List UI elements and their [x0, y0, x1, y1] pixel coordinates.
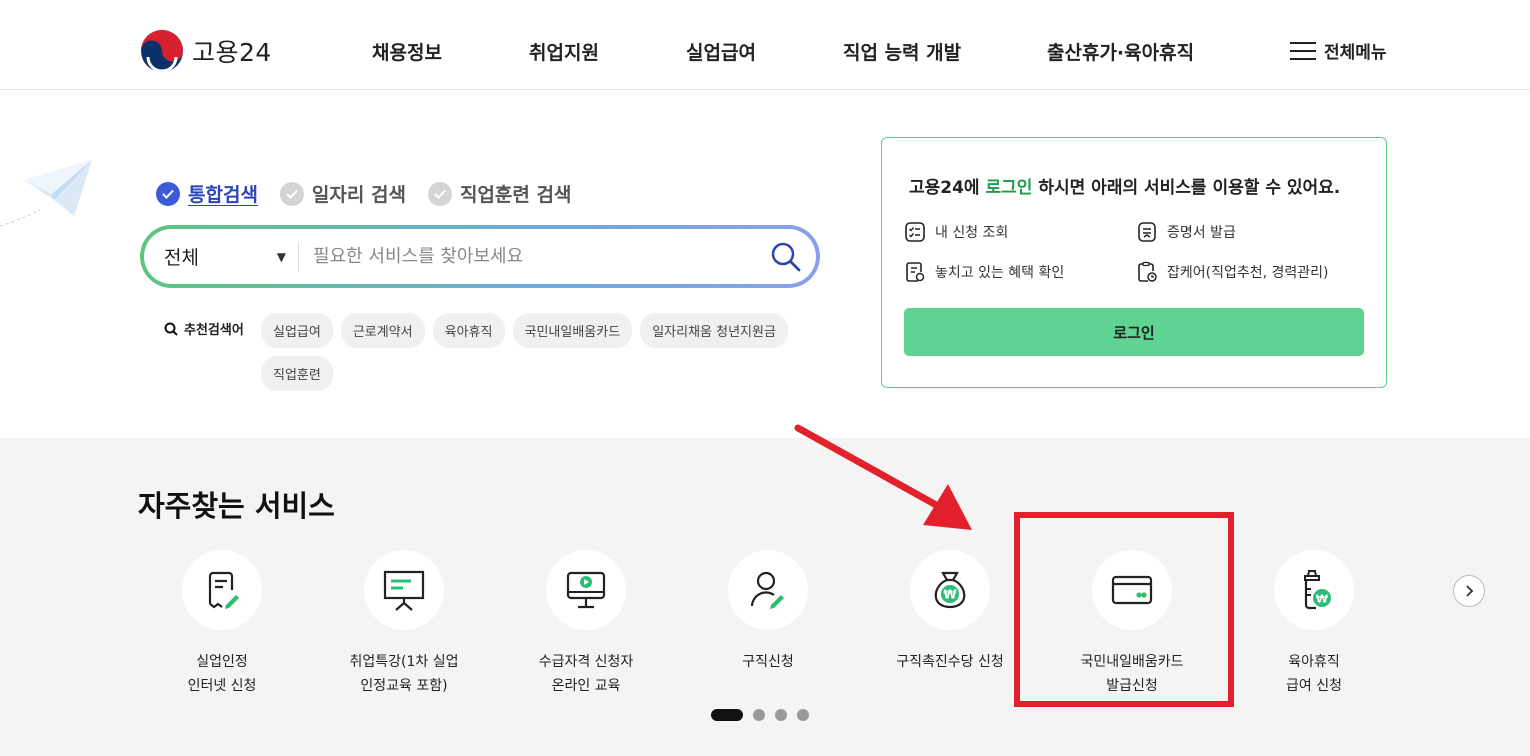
login-message: 고용24에 로그인 하시면 아래의 서비스를 이용할 수 있어요.: [909, 178, 1341, 198]
recommend-chips: 실업급여 근로계약서 육아휴직 국민내일배움카드 일자리채움 청년지원금 직업훈…: [261, 313, 806, 391]
service-label: 수급자격 신청자 온라인 교육: [538, 654, 634, 694]
carousel-pagination: [711, 709, 809, 721]
search-input[interactable]: [299, 246, 756, 267]
tab-job-search[interactable]: 일자리 검색: [279, 180, 406, 207]
all-menu-button[interactable]: 전체메뉴: [1290, 38, 1387, 63]
service-online-education[interactable]: 수급자격 신청자 온라인 교육: [496, 550, 676, 698]
check-circle-icon: [427, 181, 452, 206]
pagination-dot[interactable]: [797, 709, 809, 721]
chevron-right-icon: [1466, 585, 1474, 597]
certificate-icon: [1138, 222, 1156, 242]
category-select[interactable]: 전체 ▼: [144, 241, 299, 272]
checklist-icon: [905, 222, 925, 242]
search-button[interactable]: [756, 229, 816, 284]
svg-text:₩: ₩: [1316, 593, 1328, 606]
frequent-services-section: 자주찾는 서비스 실업인정 인터넷 신청 취업특강(1차 실업 인정교육 포함)…: [0, 438, 1530, 756]
service-label: 실업인정 인터넷 신청: [187, 654, 257, 694]
section-title: 자주찾는 서비스: [138, 489, 335, 523]
service-jobcare[interactable]: 잡케어(직업추천, 경력관리): [1136, 261, 1329, 283]
service-label: 구직신청: [742, 654, 794, 670]
logo-text: 고용24: [192, 38, 272, 67]
search-tabs: 통합검색 일자리 검색 직업훈련 검색: [156, 180, 571, 207]
service-national-training-card[interactable]: 국민내일배움카드 발급신청: [1042, 550, 1222, 698]
category-select-value: 전체: [164, 247, 199, 269]
search-icon: [771, 242, 801, 271]
baby-bottle-icon: ₩: [1304, 570, 1331, 610]
service-employment-lecture[interactable]: 취업특강(1차 실업 인정교육 포함): [314, 550, 494, 698]
logo[interactable]: 고용24: [140, 29, 272, 73]
paper-plane-icon: [0, 160, 92, 227]
chip-keyword[interactable]: 국민내일배움카드: [512, 313, 633, 348]
taegeuk-logo-icon: [141, 30, 183, 73]
search-icon: [164, 322, 178, 336]
service-label: 육아휴직 급여 신청: [1286, 654, 1342, 694]
service-missed-benefits[interactable]: 놓치고 있는 혜택 확인: [904, 261, 1064, 283]
card-icon: [1111, 575, 1153, 605]
service-label: 구직촉진수당 신청: [896, 654, 1004, 670]
service-parental-leave-benefit[interactable]: ₩ 육아휴직 급여 신청: [1224, 550, 1404, 698]
service-job-application[interactable]: 구직신청: [678, 550, 858, 674]
nav-item-skill-development[interactable]: 직업 능력 개발: [843, 38, 961, 65]
search-box: 전체 ▼: [140, 225, 820, 288]
nav-item-job-support[interactable]: 취업지원: [529, 38, 599, 65]
chip-keyword[interactable]: 일자리채움 청년지원금: [640, 313, 788, 348]
tab-training-search[interactable]: 직업훈련 검색: [427, 180, 572, 207]
recommend-label: 추천검색어: [164, 319, 244, 338]
document-pen-icon: [208, 571, 239, 609]
service-my-applications[interactable]: 내 신청 조회: [904, 221, 1008, 243]
chip-keyword[interactable]: 육아휴직: [432, 313, 505, 348]
tab-label: 직업훈련 검색: [459, 184, 572, 206]
hamburger-icon: [1290, 41, 1316, 60]
login-button[interactable]: 로그인: [904, 308, 1364, 356]
tab-integrated-search[interactable]: 통합검색: [156, 180, 258, 207]
pagination-dot[interactable]: [775, 709, 787, 721]
service-unemployment-recognition[interactable]: 실업인정 인터넷 신청: [132, 550, 312, 698]
nav-item-unemployment-benefit[interactable]: 실업급여: [686, 38, 756, 65]
chip-keyword[interactable]: 근로계약서: [340, 313, 425, 348]
person-pen-icon: [750, 571, 784, 609]
money-bag-icon: ₩: [934, 571, 966, 609]
service-label: 취업특강(1차 실업 인정교육 포함): [349, 654, 459, 694]
page: 고용24 채용정보 취업지원 실업급여 직업 능력 개발 출산휴가·육아휴직 전…: [0, 0, 1530, 756]
chip-keyword[interactable]: 직업훈련: [261, 356, 333, 391]
service-job-promotion-allowance[interactable]: ₩ 구직촉진수당 신청: [860, 550, 1040, 674]
caret-down-icon: ▼: [276, 249, 286, 264]
tab-label: 통합검색: [188, 184, 258, 206]
login-link[interactable]: 로그인: [986, 178, 1033, 198]
chip-keyword[interactable]: 실업급여: [261, 313, 333, 348]
tab-label: 일자리 검색: [311, 184, 406, 206]
nav-item-parental-leave[interactable]: 출산휴가·육아휴직: [1047, 38, 1194, 65]
video-monitor-icon: [566, 571, 606, 609]
pagination-dot[interactable]: [711, 709, 743, 721]
nav-item-recruit[interactable]: 채용정보: [372, 38, 442, 65]
service-label: 국민내일배움카드 발급신청: [1080, 654, 1184, 694]
service-certificate[interactable]: 증명서 발급: [1136, 221, 1236, 243]
header: 고용24 채용정보 취업지원 실업급여 직업 능력 개발 출산휴가·육아휴직 전…: [0, 0, 1530, 90]
check-circle-icon: [279, 181, 304, 206]
login-panel: 고용24에 로그인 하시면 아래의 서비스를 이용할 수 있어요. 내 신청 조…: [881, 137, 1387, 388]
svg-text:₩: ₩: [943, 588, 957, 602]
check-circle-icon: [156, 181, 180, 206]
carousel-next-button[interactable]: [1453, 575, 1485, 607]
pagination-dot[interactable]: [753, 709, 765, 721]
all-menu-label: 전체메뉴: [1324, 43, 1387, 63]
document-search-icon: [906, 262, 925, 282]
clipboard-clock-icon: [1138, 261, 1157, 282]
presentation-board-icon: [383, 570, 425, 611]
